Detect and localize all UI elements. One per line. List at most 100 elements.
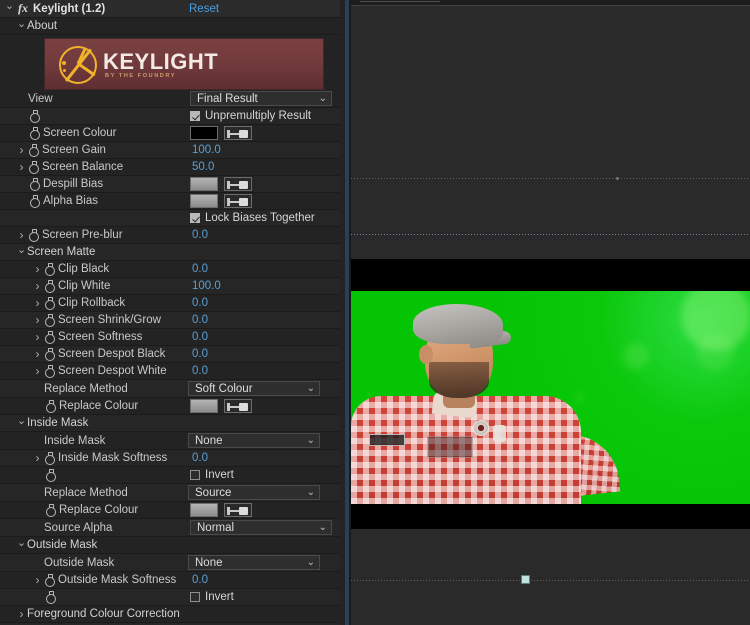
stopwatch-icon[interactable]: [44, 297, 55, 309]
row-despill-bias[interactable]: Despill Bias: [0, 176, 340, 193]
row-screen-softness[interactable]: Screen Softness 0.0: [0, 329, 340, 346]
row-matte-replace-method[interactable]: Replace Method Soft Colour ⌄: [0, 380, 340, 398]
stopwatch-icon[interactable]: [45, 504, 56, 516]
matte-replace-colour-swatch[interactable]: [190, 399, 218, 413]
row-source-alpha[interactable]: Source Alpha Normal ⌄: [0, 519, 340, 537]
row-screen-preblur[interactable]: Screen Pre-blur 0.0: [0, 227, 340, 244]
view-dropdown[interactable]: Final Result ⌄: [190, 91, 332, 106]
stopwatch-icon[interactable]: [28, 161, 39, 173]
inside-mask-disclosure-icon[interactable]: [16, 418, 27, 429]
stopwatch-icon[interactable]: [29, 127, 40, 139]
group-inside-mask[interactable]: Inside Mask: [0, 415, 340, 432]
screen-despot-white-value[interactable]: 0.0: [192, 365, 208, 377]
stopwatch-icon[interactable]: [44, 314, 55, 326]
about-disclosure-icon[interactable]: [16, 21, 27, 32]
stopwatch-icon[interactable]: [45, 591, 56, 603]
screen-gain-value[interactable]: 100.0: [192, 144, 221, 156]
screen-despot-white-disclosure-icon[interactable]: [32, 365, 43, 377]
screen-shrink-grow-disclosure-icon[interactable]: [32, 314, 43, 326]
inside-replace-method-dropdown[interactable]: Source ⌄: [188, 485, 320, 500]
screen-colour-swatch[interactable]: [190, 126, 218, 140]
group-about[interactable]: About: [0, 18, 340, 35]
row-screen-gain[interactable]: Screen Gain 100.0: [0, 142, 340, 159]
despill-bias-swatch[interactable]: [190, 177, 218, 191]
clip-rollback-value[interactable]: 0.0: [192, 297, 208, 309]
row-inside-mask[interactable]: Inside Mask None ⌄: [0, 432, 340, 450]
row-clip-rollback[interactable]: Clip Rollback 0.0: [0, 295, 340, 312]
inside-mask-invert-checkbox[interactable]: Invert: [190, 469, 234, 481]
outside-mask-invert-checkbox[interactable]: Invert: [190, 591, 234, 603]
stopwatch-icon[interactable]: [29, 178, 40, 190]
row-clip-black[interactable]: Clip Black 0.0: [0, 261, 340, 278]
source-alpha-dropdown[interactable]: Normal ⌄: [190, 520, 332, 535]
stopwatch-icon[interactable]: [44, 452, 55, 464]
inside-replace-colour-swatch[interactable]: [190, 503, 218, 517]
eyedropper-icon[interactable]: [224, 177, 252, 191]
group-screen-matte[interactable]: Screen Matte: [0, 244, 340, 261]
outside-mask-softness-disclosure-icon[interactable]: [32, 574, 43, 586]
stopwatch-icon[interactable]: [44, 331, 55, 343]
screen-matte-disclosure-icon[interactable]: [16, 247, 27, 258]
stopwatch-icon[interactable]: [29, 110, 40, 122]
stopwatch-icon[interactable]: [44, 280, 55, 292]
reset-button[interactable]: Reset: [189, 3, 219, 15]
screen-balance-value[interactable]: 50.0: [192, 161, 214, 173]
clip-black-disclosure-icon[interactable]: [32, 263, 43, 275]
row-screen-despot-black[interactable]: Screen Despot Black 0.0: [0, 346, 340, 363]
screen-softness-disclosure-icon[interactable]: [32, 331, 43, 343]
row-unpremultiply[interactable]: Unpremultiply Result: [0, 108, 340, 125]
transform-handle-bottom[interactable]: [521, 575, 530, 584]
stopwatch-icon[interactable]: [28, 144, 39, 156]
video-stage[interactable]: [351, 259, 750, 529]
row-inside-mask-invert[interactable]: Invert: [0, 467, 340, 484]
screen-shrink-grow-value[interactable]: 0.0: [192, 314, 208, 326]
row-inside-replace-method[interactable]: Replace Method Source ⌄: [0, 484, 340, 502]
row-matte-replace-colour[interactable]: Replace Colour: [0, 398, 340, 415]
eyedropper-icon[interactable]: [224, 399, 252, 413]
row-outside-mask-softness[interactable]: Outside Mask Softness 0.0: [0, 572, 340, 589]
row-inside-mask-softness[interactable]: Inside Mask Softness 0.0: [0, 450, 340, 467]
outside-mask-softness-value[interactable]: 0.0: [192, 574, 208, 586]
lock-biases-checkbox[interactable]: Lock Biases Together: [190, 212, 315, 224]
stopwatch-icon[interactable]: [28, 229, 39, 241]
eyedropper-icon[interactable]: [224, 194, 252, 208]
screen-despot-black-disclosure-icon[interactable]: [32, 348, 43, 360]
row-inside-replace-colour[interactable]: Replace Colour: [0, 502, 340, 519]
row-outside-mask-invert[interactable]: Invert: [0, 589, 340, 606]
screen-balance-disclosure-icon[interactable]: [16, 161, 27, 173]
screen-despot-black-value[interactable]: 0.0: [192, 348, 208, 360]
clip-rollback-disclosure-icon[interactable]: [32, 297, 43, 309]
effect-header-row[interactable]: fx Keylight (1.2) Reset: [0, 0, 340, 18]
screen-preblur-value[interactable]: 0.0: [192, 229, 208, 241]
unpremultiply-checkbox[interactable]: Unpremultiply Result: [190, 110, 311, 122]
effect-disclosure-icon[interactable]: [4, 3, 15, 14]
row-outside-mask[interactable]: Outside Mask None ⌄: [0, 554, 340, 572]
clip-white-value[interactable]: 100.0: [192, 280, 221, 292]
screen-preblur-disclosure-icon[interactable]: [16, 229, 27, 241]
inside-mask-softness-disclosure-icon[interactable]: [32, 452, 43, 464]
inside-mask-softness-value[interactable]: 0.0: [192, 452, 208, 464]
row-screen-despot-white[interactable]: Screen Despot White 0.0: [0, 363, 340, 380]
clip-black-value[interactable]: 0.0: [192, 263, 208, 275]
stopwatch-icon[interactable]: [29, 195, 40, 207]
stopwatch-icon[interactable]: [45, 400, 56, 412]
group-foreground-colour-correction[interactable]: Foreground Colour Correction: [0, 606, 340, 623]
screen-softness-value[interactable]: 0.0: [192, 331, 208, 343]
inside-mask-dropdown[interactable]: None ⌄: [188, 433, 320, 448]
clip-white-disclosure-icon[interactable]: [32, 280, 43, 292]
row-lock-biases[interactable]: Lock Biases Together: [0, 210, 340, 227]
matte-replace-method-dropdown[interactable]: Soft Colour ⌄: [188, 381, 320, 396]
stopwatch-icon[interactable]: [44, 365, 55, 377]
row-screen-balance[interactable]: Screen Balance 50.0: [0, 159, 340, 176]
stopwatch-icon[interactable]: [44, 263, 55, 275]
stopwatch-icon[interactable]: [44, 348, 55, 360]
stopwatch-icon[interactable]: [45, 469, 56, 481]
row-alpha-bias[interactable]: Alpha Bias: [0, 193, 340, 210]
eyedropper-icon[interactable]: [224, 503, 252, 517]
row-screen-shrink-grow[interactable]: Screen Shrink/Grow 0.0: [0, 312, 340, 329]
group-outside-mask[interactable]: Outside Mask: [0, 537, 340, 554]
alpha-bias-swatch[interactable]: [190, 194, 218, 208]
row-screen-colour[interactable]: Screen Colour: [0, 125, 340, 142]
eyedropper-icon[interactable]: [224, 126, 252, 140]
foreground-cc-disclosure-icon[interactable]: [16, 608, 27, 620]
